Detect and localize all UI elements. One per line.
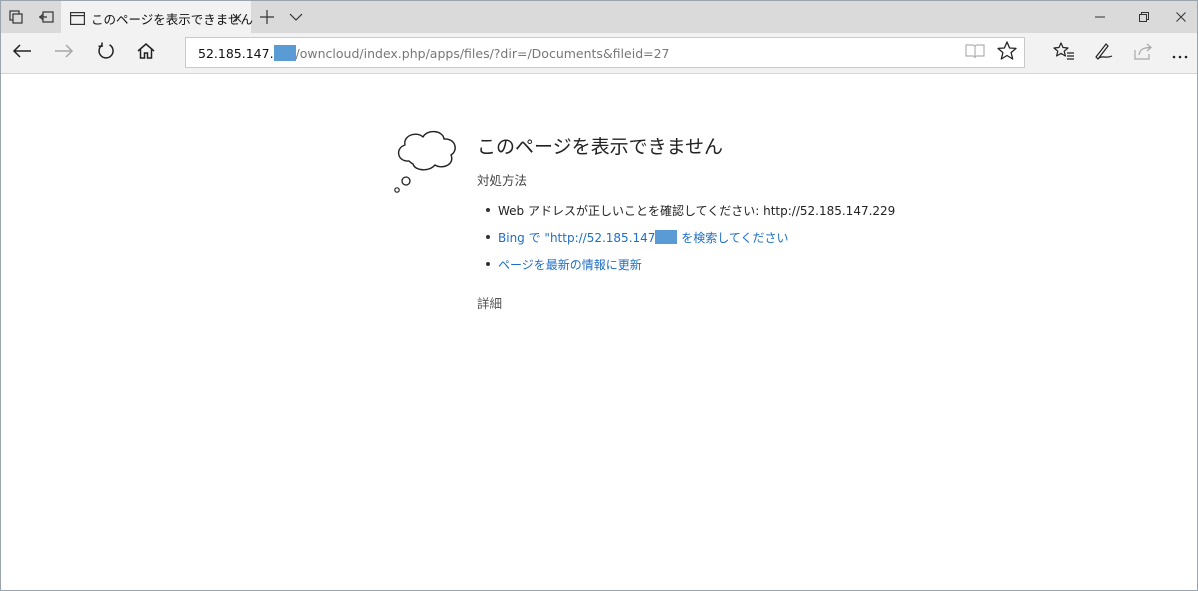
share-icon bbox=[1134, 43, 1154, 64]
new-tab-button[interactable] bbox=[253, 1, 281, 33]
favorites-hub-button[interactable] bbox=[1047, 37, 1081, 69]
restore-button[interactable] bbox=[1125, 1, 1163, 33]
plus-icon bbox=[260, 10, 274, 24]
share-button[interactable] bbox=[1127, 37, 1161, 69]
restore-icon bbox=[1139, 12, 1149, 22]
home-button[interactable] bbox=[129, 37, 163, 69]
tab-close-button[interactable] bbox=[227, 7, 247, 27]
url-host: 52.185.147. bbox=[198, 46, 274, 61]
tab-preview-button[interactable] bbox=[283, 1, 309, 33]
forward-arrow-icon bbox=[54, 43, 74, 63]
close-icon bbox=[1176, 12, 1186, 22]
star-icon bbox=[997, 41, 1017, 64]
address-bar[interactable]: 52.185.147. /owncloud/index.php/apps/file… bbox=[185, 37, 1025, 68]
error-page: このページを表示できません 対処方法 Web アドレスが正しいことを確認してくだ… bbox=[1, 74, 1197, 590]
favorite-button[interactable] bbox=[990, 38, 1024, 67]
back-arrow-icon bbox=[12, 43, 32, 63]
window-close-button[interactable] bbox=[1165, 1, 1197, 33]
details-link[interactable]: 詳細 bbox=[477, 293, 502, 312]
url-text: 52.185.147. /owncloud/index.php/apps/file… bbox=[198, 45, 670, 61]
redaction-box bbox=[273, 45, 296, 61]
refresh-button[interactable] bbox=[89, 37, 123, 69]
forward-button[interactable] bbox=[47, 37, 81, 69]
page-icon bbox=[70, 10, 86, 29]
check-address-text: Web アドレスが正しいことを確認してください: http://52.185.1… bbox=[498, 204, 896, 218]
book-icon bbox=[965, 43, 985, 63]
redaction-box bbox=[655, 230, 678, 244]
browser-window: このページを表示できません 52.185.147. /owncloud/inde… bbox=[0, 0, 1198, 591]
more-button[interactable] bbox=[1165, 37, 1195, 69]
list-item-refresh[interactable]: ページを最新の情報に更新 bbox=[485, 256, 895, 283]
navigation-bar: 52.185.147. /owncloud/index.php/apps/file… bbox=[1, 33, 1197, 74]
web-note-button[interactable] bbox=[1087, 37, 1121, 69]
home-icon bbox=[137, 43, 155, 63]
title-bar: このページを表示できません bbox=[1, 1, 1197, 33]
list-item-bing-search[interactable]: Bing で "http://52.185.147 を検索してください bbox=[485, 229, 895, 256]
tab-active[interactable]: このページを表示できません bbox=[61, 1, 253, 33]
suggestion-list: Web アドレスが正しいことを確認してください: http://52.185.1… bbox=[485, 202, 895, 283]
refresh-icon bbox=[97, 42, 115, 64]
thought-cloud-icon bbox=[389, 126, 461, 200]
back-button[interactable] bbox=[5, 37, 39, 69]
show-tabs-icon bbox=[38, 10, 54, 24]
refresh-page-link[interactable]: ページを最新の情報に更新 bbox=[498, 258, 642, 272]
tabs-aside-button[interactable] bbox=[1, 1, 31, 33]
tabs-aside-icon bbox=[9, 10, 23, 24]
chevron-down-icon bbox=[289, 13, 303, 21]
pen-icon bbox=[1094, 42, 1114, 64]
list-item-check-address: Web アドレスが正しいことを確認してください: http://52.185.1… bbox=[485, 202, 895, 229]
error-title: このページを表示できません bbox=[477, 136, 724, 158]
error-subtitle: 対処方法 bbox=[477, 173, 528, 188]
minimize-button[interactable] bbox=[1081, 1, 1119, 33]
reading-view-button[interactable] bbox=[958, 38, 992, 67]
close-icon bbox=[232, 8, 242, 27]
bing-search-link-suffix[interactable]: を検索してください bbox=[677, 231, 788, 245]
show-tabs-button[interactable] bbox=[31, 1, 61, 33]
more-icon bbox=[1172, 44, 1188, 63]
url-path: /owncloud/index.php/apps/files/?dir=/Doc… bbox=[295, 46, 670, 61]
bing-search-link-prefix[interactable]: Bing で "http://52.185.147 bbox=[498, 231, 655, 245]
favorites-list-icon bbox=[1053, 42, 1075, 64]
minimize-icon bbox=[1095, 16, 1105, 18]
